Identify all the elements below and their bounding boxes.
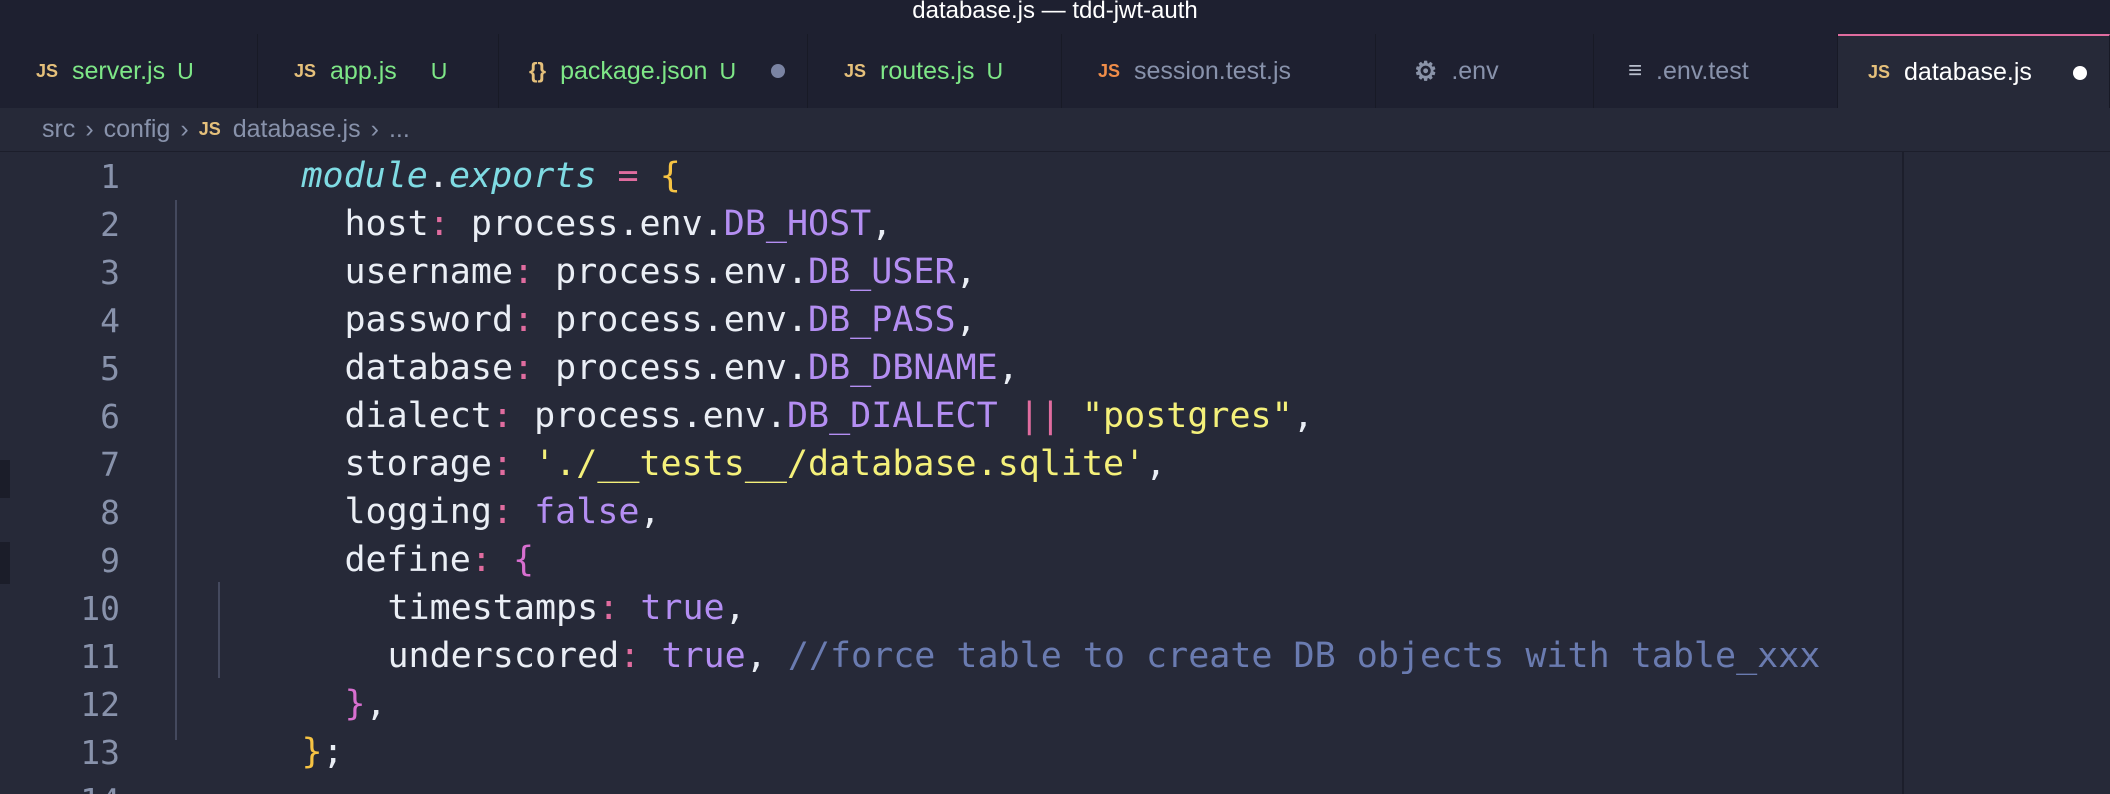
code-token: ,: [1145, 444, 1167, 484]
code-token: :: [619, 636, 641, 676]
tab-session-test-js[interactable]: JS session.test.js: [1062, 34, 1376, 108]
chevron-right-icon: ›: [370, 115, 379, 143]
gear-icon: ⚙: [1414, 55, 1438, 86]
code-token: ,: [745, 636, 767, 676]
breadcrumb-item-symbols[interactable]: ...: [389, 115, 410, 144]
js-file-icon: JS: [36, 60, 59, 81]
line-number: 4: [100, 300, 120, 340]
tab-env-test[interactable]: ≡ .env.test: [1594, 34, 1838, 108]
chevron-right-icon: ›: [85, 115, 94, 143]
tab-label: server.js: [72, 56, 166, 85]
code-token: ,: [1292, 396, 1314, 436]
js-file-icon: JS: [1098, 60, 1121, 81]
breadcrumb-item-file[interactable]: database.js: [233, 115, 361, 144]
window-title: database.js — tdd-jwt-auth: [0, 0, 2110, 34]
code-token: }: [344, 684, 366, 724]
line-number: 7: [100, 444, 120, 484]
breadcrumb-item-src[interactable]: src: [42, 115, 75, 144]
line-number: 8: [100, 492, 120, 532]
code-token: ,: [639, 492, 661, 532]
line-number: 2: [100, 204, 120, 244]
line-number: 1: [100, 156, 120, 196]
json-file-icon: {}: [529, 58, 547, 83]
line-number: 12: [80, 684, 120, 724]
line-number: 3: [100, 252, 120, 292]
tab-package-json[interactable]: {} package.json U: [499, 34, 808, 108]
line-number: 6: [100, 396, 120, 436]
tab-bar: JS server.js U JS app.js U {} package.js…: [0, 34, 2110, 108]
tab-app-js[interactable]: JS app.js U: [258, 34, 499, 108]
code-token: underscored: [387, 636, 620, 676]
tab-git-status: U: [430, 57, 448, 84]
tab-label: .env: [1451, 56, 1499, 85]
tab-label: routes.js: [880, 56, 975, 85]
line-number: 5: [100, 348, 120, 388]
js-file-icon: JS: [1868, 61, 1891, 82]
line-number: 13: [80, 732, 120, 772]
unsaved-dot-icon[interactable]: [2073, 66, 2087, 80]
tab-env[interactable]: ⚙ .env: [1376, 34, 1594, 108]
tab-label: package.json: [560, 56, 708, 85]
tab-server-js[interactable]: JS server.js U: [0, 34, 258, 108]
tab-label: .env.test: [1656, 56, 1749, 85]
code-line-13[interactable]: 13 };: [0, 728, 1900, 776]
code-comment: //force table to create DB objects with …: [766, 636, 1821, 676]
code-token: }: [301, 732, 323, 772]
js-file-icon: JS: [198, 119, 221, 139]
tab-git-status: U: [986, 57, 1004, 84]
unsaved-dot-icon[interactable]: [771, 64, 785, 78]
tab-routes-js[interactable]: JS routes.js U: [808, 34, 1062, 108]
lines-file-icon: ≡: [1628, 57, 1643, 84]
code-token: true: [661, 636, 746, 676]
js-file-icon: JS: [294, 60, 317, 81]
code-line-14[interactable]: 14: [0, 776, 1900, 794]
line-number: 10: [80, 588, 120, 628]
editor-ruler: [1902, 152, 1904, 794]
line-number: 11: [80, 636, 120, 676]
code-token: ;: [322, 732, 344, 772]
tab-label: session.test.js: [1134, 56, 1292, 85]
tab-database-js[interactable]: JS database.js: [1838, 34, 2110, 108]
tab-git-status: U: [177, 57, 194, 84]
line-number: 9: [100, 540, 120, 580]
chevron-right-icon: ›: [180, 115, 189, 143]
code-token: ,: [365, 684, 387, 724]
breadcrumb: src › config › JS database.js › ...: [0, 108, 2110, 152]
breadcrumb-item-config[interactable]: config: [104, 115, 171, 144]
tab-label: database.js: [1904, 57, 2032, 86]
tab-label: app.js: [330, 56, 397, 85]
code-editor[interactable]: 1 module.exports = { 2 host: process.env…: [0, 152, 2110, 794]
code-token: false: [534, 492, 640, 532]
js-file-icon: JS: [844, 60, 867, 81]
tab-git-status: U: [719, 57, 737, 84]
line-number: 14: [0, 781, 120, 794]
